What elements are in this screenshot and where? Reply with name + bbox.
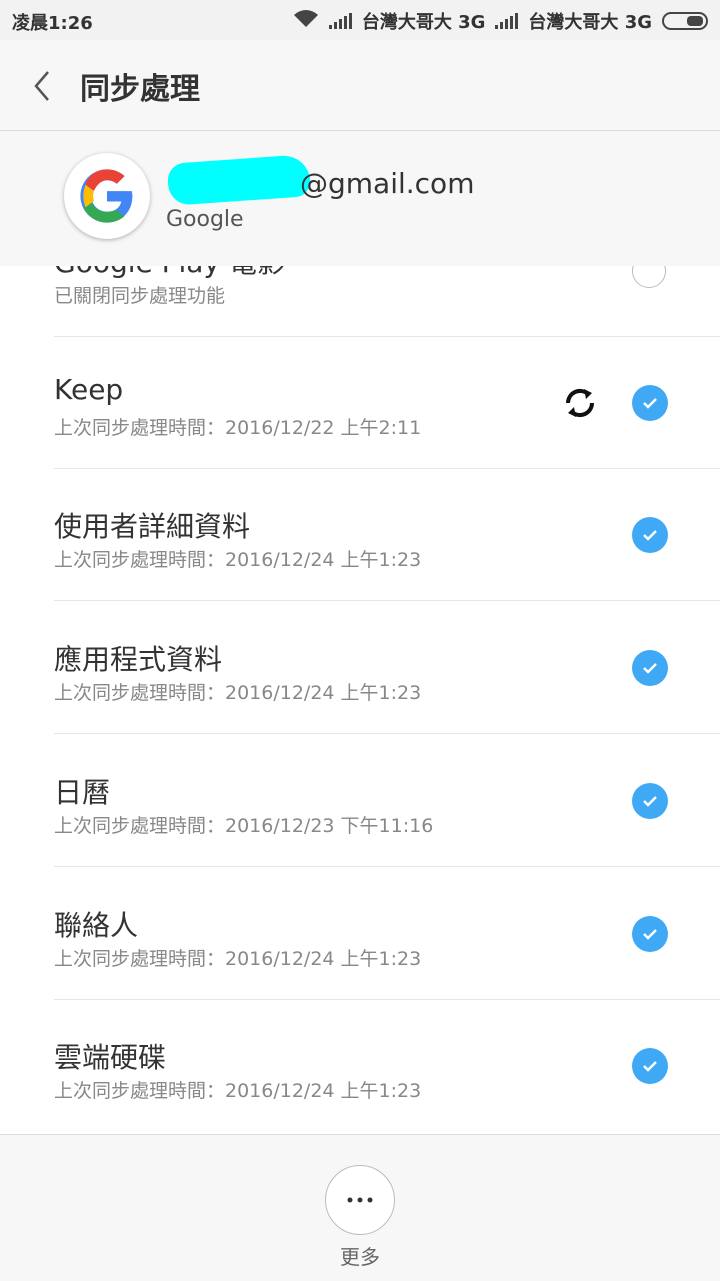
more-dots-icon	[347, 1197, 373, 1203]
more-label: 更多	[340, 1245, 380, 1269]
sync-item-name: 雲端硬碟	[54, 1041, 167, 1074]
sync-item-status: 上次同步處理時間：2016/12/23 下午11:16	[54, 815, 434, 837]
carrier-label: 台灣大哥大 3G	[361, 12, 486, 33]
list-item[interactable]: 使用者詳細資料 上次同步處理時間：2016/12/24 上午1:23	[54, 469, 720, 601]
sync-item-status: 上次同步處理時間：2016/12/24 上午1:23	[54, 948, 422, 970]
sync-item-status: 上次同步處理時間：2016/12/24 上午1:23	[54, 1080, 422, 1102]
battery-icon	[662, 12, 708, 30]
account-header: @gmail.com Google	[0, 131, 720, 266]
list-item[interactable]: Keep 上次同步處理時間：2016/12/22 上午2:11	[54, 337, 720, 469]
redaction-mark	[166, 154, 312, 206]
sync-checkbox[interactable]	[632, 916, 668, 952]
checkmark-icon	[643, 530, 657, 541]
sync-checkbox[interactable]	[632, 517, 668, 553]
sync-item-name: 日曆	[54, 776, 111, 809]
app-header: 同步處理	[0, 40, 720, 131]
sync-item-name: Google Play 電影	[54, 266, 285, 281]
sync-item-status: 上次同步處理時間：2016/12/22 上午2:11	[54, 417, 422, 439]
sync-checkbox[interactable]	[632, 385, 668, 421]
list-item[interactable]: 日曆 上次同步處理時間：2016/12/23 下午11:16	[54, 735, 720, 867]
checkmark-icon	[643, 663, 657, 674]
status-time: 凌晨1:26	[12, 13, 93, 34]
sync-item-name: 應用程式資料	[54, 643, 223, 676]
sync-item-name: 聯絡人	[54, 909, 139, 942]
list-item[interactable]: Google Play 電影 已關閉同步處理功能	[54, 266, 720, 337]
sync-item-name: Keep	[54, 373, 124, 406]
sync-item-status: 上次同步處理時間：2016/12/24 上午1:23	[54, 549, 422, 571]
sync-list: Google Play 電影 已關閉同步處理功能 Keep 上次同步處理時間：2…	[0, 266, 720, 1134]
list-item[interactable]: 雲端硬碟 上次同步處理時間：2016/12/24 上午1:23	[54, 1000, 720, 1132]
sync-checkbox[interactable]	[632, 650, 668, 686]
sync-item-status: 已關閉同步處理功能	[54, 285, 226, 307]
sync-refresh-icon	[560, 383, 600, 423]
carrier-label: 台灣大哥大 3G	[528, 12, 652, 33]
status-indicators: 台灣大哥大 3G 台灣大哥大 3G	[293, 8, 708, 34]
account-email: @gmail.com	[300, 167, 475, 200]
chevron-left-icon	[34, 71, 49, 101]
wifi-icon	[293, 9, 319, 34]
back-button[interactable]	[26, 66, 66, 106]
signal-icon	[495, 13, 519, 29]
status-bar: 凌晨1:26 台灣大哥大 3G 台灣大哥大 3G	[0, 0, 720, 40]
google-logo-icon	[64, 153, 150, 239]
more-button[interactable]	[325, 1165, 395, 1235]
list-item[interactable]: 應用程式資料 上次同步處理時間：2016/12/24 上午1:23	[54, 602, 720, 734]
sync-item-status: 上次同步處理時間：2016/12/24 上午1:23	[54, 682, 422, 704]
page-title: 同步處理	[80, 72, 200, 107]
sync-item-name: 使用者詳細資料	[54, 510, 251, 543]
checkmark-icon	[643, 1061, 657, 1072]
sync-checkbox[interactable]	[632, 1048, 668, 1084]
checkmark-icon	[643, 796, 657, 807]
account-type: Google	[166, 207, 244, 232]
signal-icon	[328, 13, 352, 29]
bottom-bar: 更多	[0, 1134, 720, 1281]
list-item[interactable]: 聯絡人 上次同步處理時間：2016/12/24 上午1:23	[54, 868, 720, 1000]
checkmark-icon	[643, 398, 657, 409]
sync-checkbox[interactable]	[632, 783, 668, 819]
sync-checkbox[interactable]	[632, 266, 666, 288]
checkmark-icon	[643, 929, 657, 940]
